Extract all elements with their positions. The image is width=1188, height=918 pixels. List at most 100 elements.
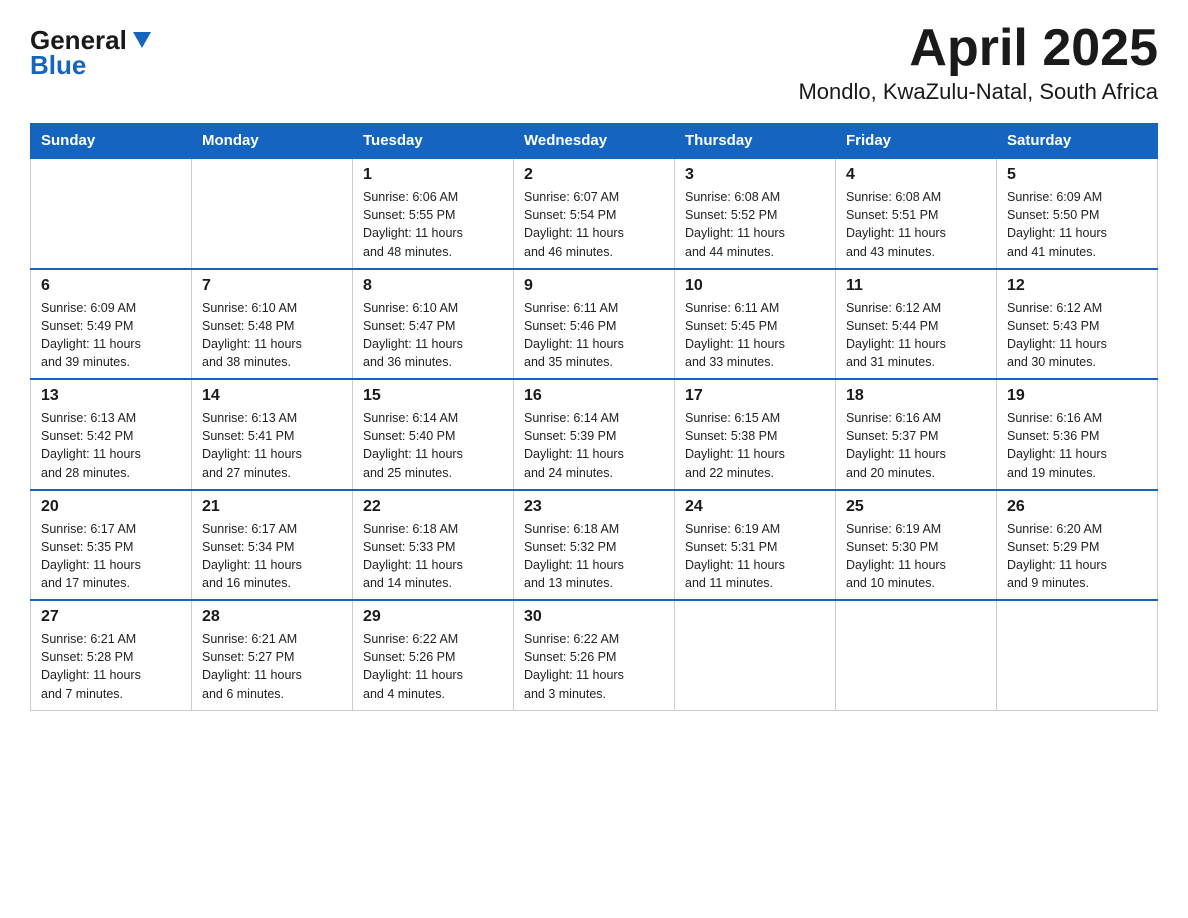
calendar-cell: 16 Sunrise: 6:14 AM Sunset: 5:39 PM Dayli…	[514, 379, 675, 490]
day-number: 20	[41, 498, 181, 516]
calendar-cell: 4 Sunrise: 6:08 AM Sunset: 5:51 PM Daylig…	[836, 158, 997, 269]
calendar-cell: 30 Sunrise: 6:22 AM Sunset: 5:26 PM Dayli…	[514, 600, 675, 710]
page-title: April 2025	[798, 20, 1158, 77]
day-info: Sunrise: 6:11 AM Sunset: 5:46 PM Dayligh…	[524, 299, 664, 372]
calendar-cell: 23 Sunrise: 6:18 AM Sunset: 5:32 PM Dayli…	[514, 490, 675, 601]
day-info: Sunrise: 6:21 AM Sunset: 5:28 PM Dayligh…	[41, 630, 181, 703]
day-info: Sunrise: 6:19 AM Sunset: 5:31 PM Dayligh…	[685, 520, 825, 593]
day-number: 15	[363, 387, 503, 405]
calendar-cell: 5 Sunrise: 6:09 AM Sunset: 5:50 PM Daylig…	[997, 158, 1158, 269]
day-info: Sunrise: 6:12 AM Sunset: 5:43 PM Dayligh…	[1007, 299, 1147, 372]
day-info: Sunrise: 6:07 AM Sunset: 5:54 PM Dayligh…	[524, 188, 664, 261]
day-info: Sunrise: 6:17 AM Sunset: 5:34 PM Dayligh…	[202, 520, 342, 593]
page-header: General Blue April 2025 Mondlo, KwaZulu-…	[30, 20, 1158, 105]
day-number: 19	[1007, 387, 1147, 405]
day-info: Sunrise: 6:10 AM Sunset: 5:47 PM Dayligh…	[363, 299, 503, 372]
day-number: 6	[41, 277, 181, 295]
day-number: 30	[524, 608, 664, 626]
day-number: 5	[1007, 166, 1147, 184]
day-number: 25	[846, 498, 986, 516]
day-number: 9	[524, 277, 664, 295]
calendar-cell: 10 Sunrise: 6:11 AM Sunset: 5:45 PM Dayli…	[675, 269, 836, 380]
day-number: 2	[524, 166, 664, 184]
calendar-cell: 12 Sunrise: 6:12 AM Sunset: 5:43 PM Dayli…	[997, 269, 1158, 380]
calendar-cell: 2 Sunrise: 6:07 AM Sunset: 5:54 PM Daylig…	[514, 158, 675, 269]
calendar-cell	[997, 600, 1158, 710]
calendar-cell: 14 Sunrise: 6:13 AM Sunset: 5:41 PM Dayli…	[192, 379, 353, 490]
day-number: 24	[685, 498, 825, 516]
calendar-week-row-3: 13 Sunrise: 6:13 AM Sunset: 5:42 PM Dayli…	[31, 379, 1158, 490]
calendar-cell	[31, 158, 192, 269]
day-number: 23	[524, 498, 664, 516]
calendar-cell: 3 Sunrise: 6:08 AM Sunset: 5:52 PM Daylig…	[675, 158, 836, 269]
calendar-week-row-2: 6 Sunrise: 6:09 AM Sunset: 5:49 PM Daylig…	[31, 269, 1158, 380]
calendar-cell	[192, 158, 353, 269]
calendar-cell: 8Sunrise: 6:10 AM Sunset: 5:47 PM Daylig…	[353, 269, 514, 380]
day-info: Sunrise: 6:11 AM Sunset: 5:45 PM Dayligh…	[685, 299, 825, 372]
day-info: Sunrise: 6:22 AM Sunset: 5:26 PM Dayligh…	[524, 630, 664, 703]
day-info: Sunrise: 6:09 AM Sunset: 5:49 PM Dayligh…	[41, 299, 181, 372]
calendar-cell: 18 Sunrise: 6:16 AM Sunset: 5:37 PM Dayli…	[836, 379, 997, 490]
calendar-cell: 21Sunrise: 6:17 AM Sunset: 5:34 PM Dayli…	[192, 490, 353, 601]
day-info: Sunrise: 6:08 AM Sunset: 5:51 PM Dayligh…	[846, 188, 986, 261]
day-info: Sunrise: 6:20 AM Sunset: 5:29 PM Dayligh…	[1007, 520, 1147, 593]
calendar-cell: 13 Sunrise: 6:13 AM Sunset: 5:42 PM Dayli…	[31, 379, 192, 490]
day-info: Sunrise: 6:14 AM Sunset: 5:39 PM Dayligh…	[524, 409, 664, 482]
calendar-week-row-5: 27 Sunrise: 6:21 AM Sunset: 5:28 PM Dayli…	[31, 600, 1158, 710]
calendar-cell: 6 Sunrise: 6:09 AM Sunset: 5:49 PM Daylig…	[31, 269, 192, 380]
day-info: Sunrise: 6:13 AM Sunset: 5:41 PM Dayligh…	[202, 409, 342, 482]
calendar-cell: 27 Sunrise: 6:21 AM Sunset: 5:28 PM Dayli…	[31, 600, 192, 710]
day-number: 11	[846, 277, 986, 295]
day-number: 12	[1007, 277, 1147, 295]
col-friday: Friday	[836, 124, 997, 159]
day-info: Sunrise: 6:08 AM Sunset: 5:52 PM Dayligh…	[685, 188, 825, 261]
calendar-cell	[836, 600, 997, 710]
day-info: Sunrise: 6:17 AM Sunset: 5:35 PM Dayligh…	[41, 520, 181, 593]
day-info: Sunrise: 6:18 AM Sunset: 5:32 PM Dayligh…	[524, 520, 664, 593]
page-subtitle: Mondlo, KwaZulu-Natal, South Africa	[798, 79, 1158, 105]
calendar-cell: 15 Sunrise: 6:14 AM Sunset: 5:40 PM Dayli…	[353, 379, 514, 490]
calendar-header-row: Sunday Monday Tuesday Wednesday Thursday…	[31, 124, 1158, 159]
day-number: 10	[685, 277, 825, 295]
day-number: 3	[685, 166, 825, 184]
day-info: Sunrise: 6:14 AM Sunset: 5:40 PM Dayligh…	[363, 409, 503, 482]
day-info: Sunrise: 6:22 AM Sunset: 5:26 PM Dayligh…	[363, 630, 503, 703]
day-info: Sunrise: 6:18 AM Sunset: 5:33 PM Dayligh…	[363, 520, 503, 593]
calendar-cell: 7Sunrise: 6:10 AM Sunset: 5:48 PM Daylig…	[192, 269, 353, 380]
col-thursday: Thursday	[675, 124, 836, 159]
calendar-cell: 19Sunrise: 6:16 AM Sunset: 5:36 PM Dayli…	[997, 379, 1158, 490]
day-info: Sunrise: 6:09 AM Sunset: 5:50 PM Dayligh…	[1007, 188, 1147, 261]
day-info: Sunrise: 6:15 AM Sunset: 5:38 PM Dayligh…	[685, 409, 825, 482]
calendar-table: Sunday Monday Tuesday Wednesday Thursday…	[30, 123, 1158, 711]
logo: General Blue	[30, 20, 155, 81]
day-number: 13	[41, 387, 181, 405]
logo-arrow-icon	[129, 28, 155, 56]
calendar-cell: 17 Sunrise: 6:15 AM Sunset: 5:38 PM Dayli…	[675, 379, 836, 490]
day-number: 17	[685, 387, 825, 405]
calendar-cell: 20 Sunrise: 6:17 AM Sunset: 5:35 PM Dayli…	[31, 490, 192, 601]
calendar-cell: 1Sunrise: 6:06 AM Sunset: 5:55 PM Daylig…	[353, 158, 514, 269]
col-saturday: Saturday	[997, 124, 1158, 159]
day-number: 18	[846, 387, 986, 405]
calendar-week-row-1: 1Sunrise: 6:06 AM Sunset: 5:55 PM Daylig…	[31, 158, 1158, 269]
day-info: Sunrise: 6:21 AM Sunset: 5:27 PM Dayligh…	[202, 630, 342, 703]
day-number: 16	[524, 387, 664, 405]
calendar-cell: 25Sunrise: 6:19 AM Sunset: 5:30 PM Dayli…	[836, 490, 997, 601]
calendar-cell: 29Sunrise: 6:22 AM Sunset: 5:26 PM Dayli…	[353, 600, 514, 710]
day-number: 26	[1007, 498, 1147, 516]
col-tuesday: Tuesday	[353, 124, 514, 159]
calendar-cell: 11Sunrise: 6:12 AM Sunset: 5:44 PM Dayli…	[836, 269, 997, 380]
day-number: 1	[363, 166, 503, 184]
calendar-cell: 26 Sunrise: 6:20 AM Sunset: 5:29 PM Dayli…	[997, 490, 1158, 601]
day-info: Sunrise: 6:13 AM Sunset: 5:42 PM Dayligh…	[41, 409, 181, 482]
calendar-cell: 28Sunrise: 6:21 AM Sunset: 5:27 PM Dayli…	[192, 600, 353, 710]
col-wednesday: Wednesday	[514, 124, 675, 159]
day-number: 22	[363, 498, 503, 516]
calendar-cell	[675, 600, 836, 710]
day-info: Sunrise: 6:16 AM Sunset: 5:37 PM Dayligh…	[846, 409, 986, 482]
day-number: 4	[846, 166, 986, 184]
col-monday: Monday	[192, 124, 353, 159]
day-number: 27	[41, 608, 181, 626]
day-number: 14	[202, 387, 342, 405]
title-block: April 2025 Mondlo, KwaZulu-Natal, South …	[798, 20, 1158, 105]
